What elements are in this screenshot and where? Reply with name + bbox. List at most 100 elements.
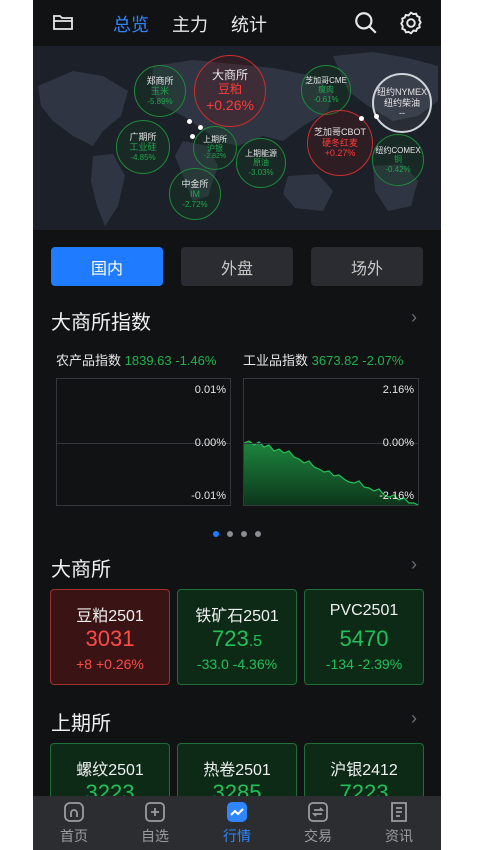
map-location-dot [198,125,203,130]
quote-price-int: 3031 [85,626,135,651]
exchange-bubble-cme[interactable]: 芝加哥CME 瘦肉 -0.61% [301,65,351,115]
quote-change: +8 +0.26% [51,656,169,672]
bubble-exchange-name: 郑商所 [146,76,174,87]
gear-icon[interactable] [398,10,424,36]
industrial-index-value: 3673.82 [311,353,359,368]
nav-trade[interactable]: 交易 [288,800,348,846]
chart-axis-top: 2.16% [382,384,414,396]
quote-change-pct: -2.39% [357,656,403,672]
chart-axis-bottom: -0.01% [191,490,226,502]
exchange-bubble-nymex[interactable]: 纽约NYMEX 纽约柴油 -- [372,73,432,133]
quote-name: 螺纹2501 [76,762,144,779]
bottom-nav: 首页 自选 行情 交易 资讯 [33,796,441,850]
segment-domestic[interactable]: 国内 [51,247,163,286]
bubble-product: 工业硅 [129,142,157,153]
tab-main-contract[interactable]: 主力 [172,11,208,37]
bubble-exchange-name: 大商所 [211,68,248,83]
segment-otc[interactable]: 场外 [311,247,423,286]
agri-index-chart[interactable]: 0.01% 0.00% -0.01% [56,378,231,506]
nav-home[interactable]: 首页 [44,800,104,846]
page-dot[interactable] [227,531,233,537]
quote-price-int: 5470 [339,626,389,651]
agri-index-label: 农产品指数 [56,353,122,368]
home-icon [64,802,84,822]
bubble-product: 硬冬红麦 [321,137,358,148]
world-exchange-map: 郑商所 玉米 -5.89% 大商所 豆粕 +0.26% 广期所 工业硅 -4.8… [33,46,441,230]
nav-label: 自选 [141,828,169,844]
chevron-right-icon[interactable]: › [411,307,417,328]
map-location-dot [190,134,195,139]
quote-change-pct: +0.26% [95,656,144,672]
quote-card[interactable]: 豆粕2501 3031 +8 +0.26% [50,589,170,685]
market-chart-icon [227,802,247,822]
quote-card[interactable]: PVC2501 5470 -134 -2.39% [304,589,424,685]
exchange-bubble-ine[interactable]: 上期能源 原油 -3.03% [236,138,286,188]
bubble-exchange-name: 广期所 [129,132,157,143]
nav-news[interactable]: 资讯 [369,800,429,846]
bubble-change: -0.61% [313,94,339,104]
shfe-section-title: 上期所 [51,713,111,735]
nav-market[interactable]: 行情 [207,800,267,846]
nav-watchlist[interactable]: 自选 [125,800,185,846]
map-location-dot [374,114,379,119]
news-icon [391,802,407,822]
page-dot[interactable] [241,531,247,537]
chart-axis-top: 0.01% [194,384,226,396]
bubble-change: +0.26% [206,96,254,113]
bubble-product: 瘦肉 [318,85,334,95]
bubble-product: 铜 [394,155,402,165]
bubble-product: IM [190,189,200,200]
exchange-bubble-dce[interactable]: 大商所 豆粕 +0.26% [194,55,266,127]
bubble-product: 玉米 [150,86,169,97]
bubble-product: 纽约柴油 [383,97,420,108]
industrial-index-change: -2.07% [362,353,404,368]
quote-card[interactable]: 铁矿石2501 723.5 -33.0 -4.36% [177,589,297,685]
tab-overview[interactable]: 总览 [113,11,149,37]
chevron-right-icon[interactable]: › [411,708,417,729]
bubble-product: 沪银 [207,143,223,153]
bubble-exchange-name: 上期所 [203,134,227,144]
tab-statistics[interactable]: 统计 [231,11,267,37]
chevron-right-icon[interactable]: › [411,554,417,575]
trade-icon [308,802,328,822]
bubble-change: -- [399,108,405,119]
page-dot[interactable] [213,531,219,537]
quote-change-abs: -134 [325,656,354,672]
bubble-change: -3.03% [248,167,274,177]
chart-axis-bottom: -2.16% [379,490,414,502]
nav-label: 资讯 [385,828,413,844]
bubble-exchange-name: 纽约NYMEX [376,87,427,98]
map-location-dot [359,116,364,121]
page-dot[interactable] [255,531,261,537]
folder-icon[interactable] [51,10,75,34]
agri-index-summary[interactable]: 农产品指数 1839.63 -1.46% [56,350,216,369]
bubble-exchange-name: 中金所 [181,179,209,190]
bubble-change: -2.72% [182,199,208,209]
dalian-section-title: 大商所 [51,559,111,581]
quote-name: PVC2501 [329,602,399,619]
quote-change-pct: -4.36% [232,656,278,672]
chart-axis-mid: 0.00% [382,437,414,449]
exchange-bubble-comex[interactable]: 纽约COMEX 铜 -0.42% [372,134,424,186]
exchange-bubble-cffex[interactable]: 中金所 IM -2.72% [169,168,221,220]
bubble-change: -4.85% [130,152,156,162]
nav-label: 行情 [223,828,251,844]
bubble-product: 豆粕 [217,81,242,96]
industrial-index-chart[interactable]: 2.16% 0.00% -2.16% [243,378,419,506]
exchange-bubble-zce[interactable]: 郑商所 玉米 -5.89% [134,65,186,117]
page-indicator[interactable] [33,524,441,542]
nav-label: 交易 [304,828,332,844]
quote-price: 3031 [51,626,169,652]
segment-overseas[interactable]: 外盘 [181,247,293,286]
industrial-index-summary[interactable]: 工业品指数 3673.82 -2.07% [243,350,403,369]
bubble-product: 原油 [253,158,269,168]
chart-axis-mid: 0.00% [194,437,226,449]
exchange-bubble-shfe[interactable]: 上期所 沪银 -2.82% [193,126,237,170]
quote-name: 沪银2412 [330,762,398,779]
quote-name: 豆粕2501 [76,608,144,625]
quote-price: 723.5 [178,626,296,652]
search-icon[interactable] [353,10,379,36]
agri-index-value: 1839.63 [124,353,172,368]
quote-change: -134 -2.39% [305,656,423,672]
exchange-bubble-gfex[interactable]: 广期所 工业硅 -4.85% [116,120,170,174]
